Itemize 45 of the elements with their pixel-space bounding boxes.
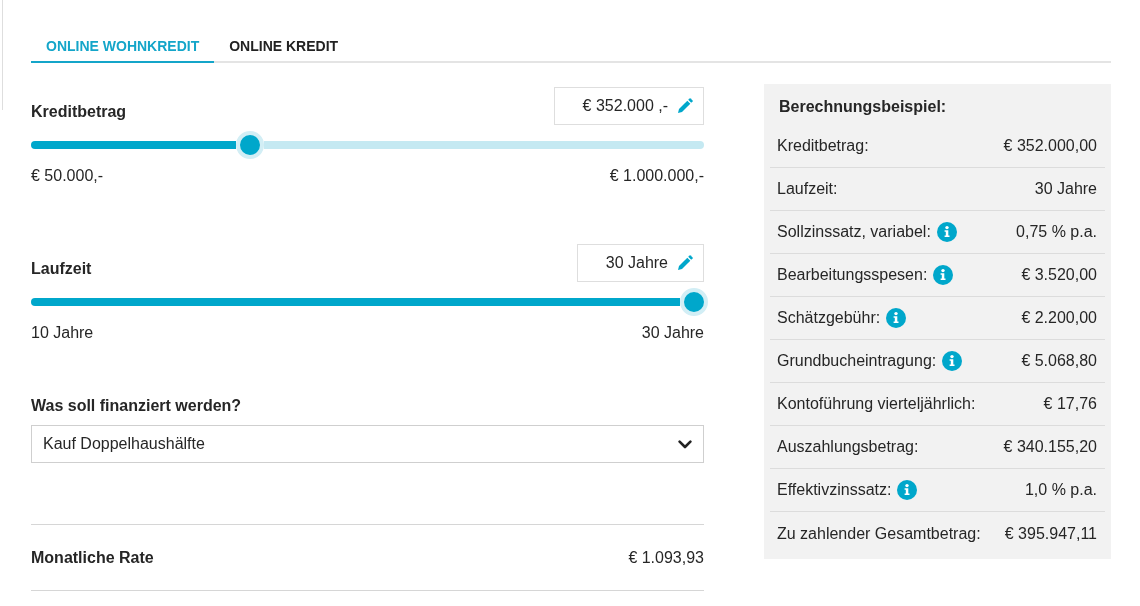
range-max-label: € 1.000.000,- [609, 166, 704, 186]
info-icon[interactable] [933, 265, 954, 285]
slider-handle[interactable] [680, 288, 708, 316]
row-label: Schätzgebühr: [777, 308, 881, 328]
info-icon[interactable] [886, 308, 907, 328]
row-value: € 17,76 [1043, 394, 1097, 414]
pencil-icon[interactable] [677, 98, 693, 114]
input-field[interactable]: € 352.000 ,- [553, 87, 704, 125]
row-label: Laufzeit: [777, 179, 838, 199]
input-field[interactable]: 30 Jahre [576, 244, 704, 282]
pencil-icon[interactable] [677, 255, 693, 271]
panel-title: Berechnungsbeispiel: [778, 97, 948, 117]
row-label: Auszahlungsbetrag: [777, 437, 919, 457]
result-label: Monatliche Rate [31, 547, 154, 568]
info-icon[interactable] [897, 480, 918, 500]
field-label: Laufzeit [31, 259, 92, 279]
row-value: 30 Jahre [1034, 179, 1097, 199]
result-value: € 1.093,93 [628, 547, 704, 568]
row-value: 1,0 % p.a. [1024, 480, 1097, 500]
range-min-label: € 50.000,- [31, 166, 104, 186]
info-icon[interactable] [936, 222, 957, 242]
tab[interactable]: ONLINE KREDIT [214, 30, 354, 63]
row-label: Kontoführung vierteljährlich: [777, 394, 976, 414]
field-label: Kreditbetrag [31, 102, 127, 122]
row-label: Bearbeitungsspesen: [777, 265, 928, 285]
row-value: € 352.000,00 [1003, 136, 1097, 156]
range-min-label: 10 Jahre [31, 323, 94, 343]
row-value: 0,75 % p.a. [1016, 222, 1097, 242]
row-label: Sollzinssatz, variabel: [777, 222, 931, 242]
info-icon[interactable] [942, 351, 963, 371]
row-value: € 5.068,80 [1021, 351, 1097, 371]
row-label: Grundbucheintragung: [777, 351, 937, 371]
row-label: Zu zahlender Gesamtbetrag: [777, 523, 981, 544]
field-label: Was soll finanziert werden? [31, 396, 243, 416]
chevron-down-icon [678, 439, 692, 449]
row-value: € 395.947,11 [1004, 523, 1097, 544]
row-value: € 2.200,00 [1021, 308, 1097, 328]
range-max-label: 30 Jahre [641, 323, 704, 343]
slider-handle[interactable] [235, 131, 264, 159]
row-label: Effektivzinssatz: [777, 480, 892, 500]
row-value: € 3.520,00 [1021, 265, 1097, 285]
dropdown[interactable]: Kauf Doppelhaushälfte [31, 425, 704, 463]
row-label: Kreditbetrag: [777, 136, 869, 156]
slider-track[interactable] [31, 131, 704, 159]
row-value: € 340.155,20 [1003, 437, 1097, 457]
